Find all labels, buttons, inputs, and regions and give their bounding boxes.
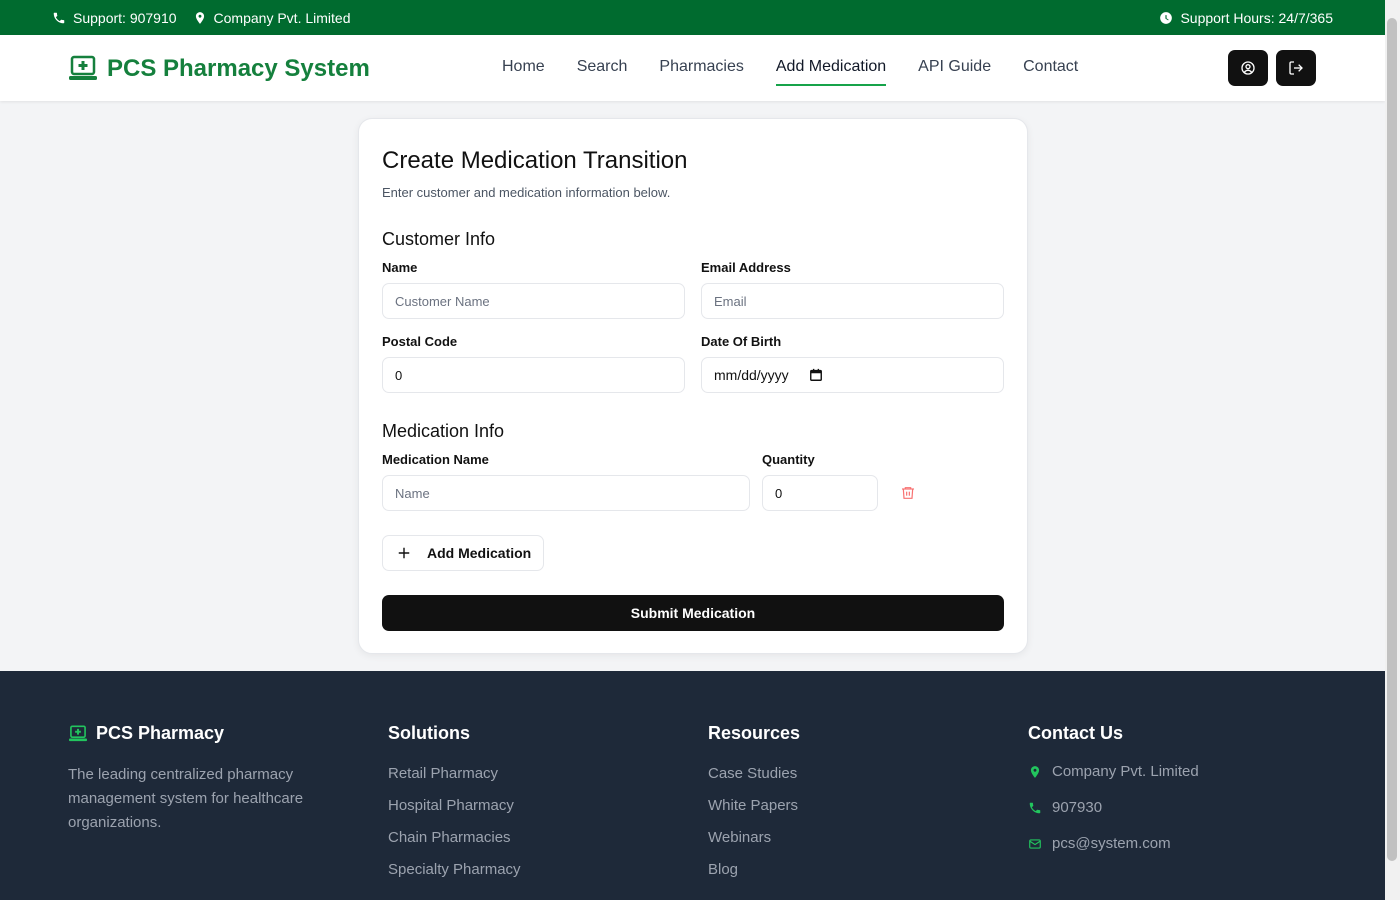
nav-pharmacies[interactable]: Pharmacies (659, 58, 743, 86)
add-medication-label: Add Medication (427, 545, 532, 561)
footer-link-hospital[interactable]: Hospital Pharmacy (388, 795, 521, 817)
plus-icon (398, 547, 410, 559)
map-pin-icon (1030, 766, 1040, 778)
support-hours-text: Support Hours: 24/7/365 (1180, 9, 1333, 26)
clock-icon (1160, 11, 1173, 24)
company-location: Company Pvt. Limited (193, 9, 351, 26)
footer-link-specialty[interactable]: Specialty Pharmacy (388, 859, 521, 881)
nav-search[interactable]: Search (577, 58, 628, 86)
resources-links: Case Studies White Papers Webinars Blog (708, 763, 800, 881)
calendar-icon[interactable] (809, 368, 823, 382)
footer-brand-column: PCS Pharmacy The leading centralized pha… (68, 723, 338, 835)
support-text: Support: 907910 (73, 9, 177, 26)
submit-label: Submit Medication (630, 605, 756, 621)
postal-code-label: Postal Code (382, 334, 458, 349)
contact-phone-text[interactable]: 907930 (1052, 797, 1102, 819)
dob-label: Date Of Birth (701, 334, 782, 349)
logout-icon (1289, 61, 1303, 75)
contact-phone: 907930 (1028, 797, 1199, 819)
quantity-input[interactable] (762, 475, 878, 511)
add-medication-button[interactable]: Add Medication (382, 535, 545, 571)
footer-brand-name: PCS Pharmacy (96, 723, 225, 743)
medication-form-card: Create Medication Transition Enter custo… (358, 118, 1028, 654)
contact-company-text: Company Pvt. Limited (1052, 763, 1199, 780)
brand-name: PCS Pharmacy System (107, 55, 370, 82)
nav-actions (1228, 50, 1316, 86)
nav-api-guide[interactable]: API Guide (918, 58, 991, 86)
footer-link-case-studies[interactable]: Case Studies (708, 763, 800, 785)
medication-section-title: Medication Info (382, 421, 505, 441)
name-label: Name (382, 260, 418, 275)
user-circle-icon (1241, 61, 1255, 75)
company-text: Company Pvt. Limited (213, 9, 351, 26)
footer-link-chain[interactable]: Chain Pharmacies (388, 827, 521, 849)
footer-resources-column: Resources Case Studies White Papers Webi… (708, 723, 800, 881)
contact-info: Company Pvt. Limited 907930 pcs@system.c… (1028, 761, 1199, 855)
customer-section-title: Customer Info (382, 229, 496, 249)
footer: PCS Pharmacy The leading centralized pha… (0, 671, 1385, 900)
support-phone: Support: 907910 (52, 10, 177, 26)
nav-contact[interactable]: Contact (1023, 58, 1078, 86)
resources-title: Resources (708, 723, 801, 743)
contact-title: Contact Us (1028, 723, 1124, 743)
page-scrollbar[interactable] (1385, 0, 1400, 900)
footer-link-white-papers[interactable]: White Papers (708, 795, 800, 817)
form-title: Create Medication Transition (382, 147, 688, 174)
scrollbar-thumb[interactable] (1387, 18, 1397, 861)
footer-brand: PCS Pharmacy (68, 723, 338, 744)
footer-contact-column: Contact Us Company Pvt. Limited 907930 p… (1028, 723, 1199, 855)
footer-description: The leading centralized pharmacy managem… (68, 766, 304, 831)
phone-icon (1029, 802, 1041, 814)
solutions-links: Retail Pharmacy Hospital Pharmacy Chain … (388, 763, 521, 881)
logout-button[interactable] (1276, 50, 1316, 86)
form-subtitle: Enter customer and medication informatio… (382, 185, 671, 200)
mail-icon (1029, 839, 1041, 849)
profile-button[interactable] (1228, 50, 1268, 86)
phone-icon (53, 12, 65, 23)
nav-add-medication[interactable]: Add Medication (775, 58, 887, 86)
postal-code-input[interactable] (382, 357, 685, 393)
footer-link-retail[interactable]: Retail Pharmacy (388, 763, 521, 785)
solutions-title: Solutions (388, 723, 470, 743)
trash-icon[interactable] (900, 485, 916, 501)
map-pin-icon (195, 11, 204, 24)
dob-placeholder: mm/dd/yyyy (714, 367, 789, 383)
brand-logo[interactable]: PCS Pharmacy System (68, 55, 370, 83)
contact-email: pcs@system.com (1028, 833, 1199, 855)
laptop-medical-icon (69, 55, 97, 80)
nav-links: Home Search Pharmacies Add Medication AP… (502, 58, 1078, 86)
nav-home[interactable]: Home (502, 58, 545, 86)
support-hours: Support Hours: 24/7/365 (1159, 10, 1333, 26)
contact-email-text[interactable]: pcs@system.com (1052, 833, 1171, 855)
quantity-label: Quantity (762, 452, 815, 467)
contact-company: Company Pvt. Limited (1028, 761, 1199, 783)
customer-name-input[interactable] (382, 283, 685, 319)
footer-solutions-column: Solutions Retail Pharmacy Hospital Pharm… (388, 723, 521, 881)
main-navbar: PCS Pharmacy System Home Search Pharmaci… (0, 35, 1385, 101)
submit-medication-button[interactable]: Submit Medication (382, 595, 1004, 631)
medication-name-input[interactable] (382, 475, 750, 511)
top-info-bar: Support: 907910 Company Pvt. Limited Sup… (0, 0, 1385, 35)
medication-name-label: Medication Name (382, 452, 489, 467)
footer-link-blog[interactable]: Blog (708, 859, 800, 881)
laptop-medical-icon (69, 724, 87, 741)
footer-link-webinars[interactable]: Webinars (708, 827, 800, 849)
email-input[interactable] (701, 283, 1004, 319)
dob-input[interactable]: mm/dd/yyyy (701, 357, 1004, 393)
email-label: Email Address (701, 260, 791, 275)
